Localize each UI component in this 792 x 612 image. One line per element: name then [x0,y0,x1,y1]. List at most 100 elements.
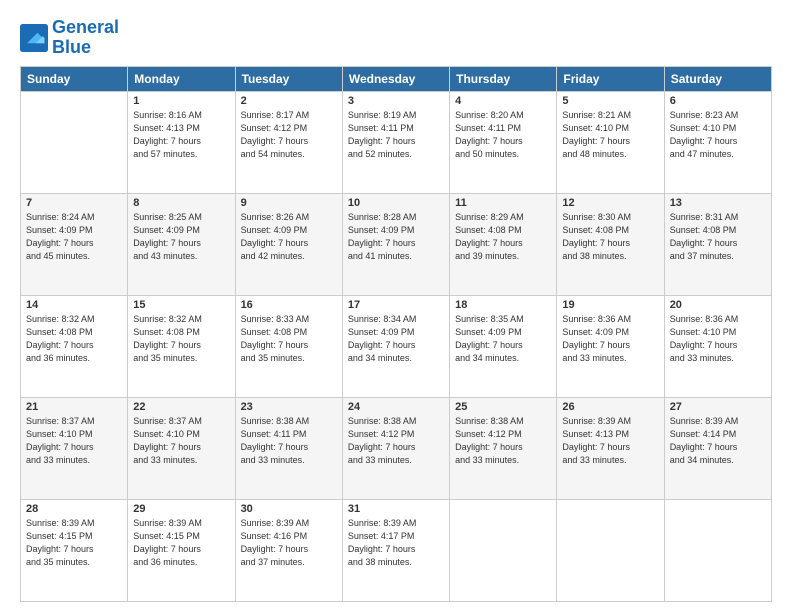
day-header-tuesday: Tuesday [235,66,342,91]
day-detail: Sunrise: 8:25 AM Sunset: 4:09 PM Dayligh… [133,211,229,263]
day-number: 17 [348,299,444,311]
calendar-header: SundayMondayTuesdayWednesdayThursdayFrid… [21,66,772,91]
calendar-cell: 11 Sunrise: 8:29 AM Sunset: 4:08 PM Dayli… [450,193,557,295]
calendar-cell: 31 Sunrise: 8:39 AM Sunset: 4:17 PM Dayli… [342,499,449,601]
calendar-cell: 19Sunrise: 8:36 AM Sunset: 4:09 PM Dayli… [557,295,664,397]
day-number: 31 [348,503,444,515]
calendar-body: 1Sunrise: 8:16 AM Sunset: 4:13 PM Daylig… [21,91,772,601]
day-detail: Sunrise: 8:39 AM Sunset: 4:14 PM Dayligh… [670,415,766,467]
day-number: 4 [455,95,551,107]
day-detail: Sunrise: 8:32 AM Sunset: 4:08 PM Dayligh… [133,313,229,365]
header-row: SundayMondayTuesdayWednesdayThursdayFrid… [21,66,772,91]
calendar-cell: 6Sunrise: 8:23 AM Sunset: 4:10 PM Daylig… [664,91,771,193]
day-detail: Sunrise: 8:33 AM Sunset: 4:08 PM Dayligh… [241,313,337,365]
calendar-cell: 30 Sunrise: 8:39 AM Sunset: 4:16 PM Dayli… [235,499,342,601]
calendar-cell: 8 Sunrise: 8:25 AM Sunset: 4:09 PM Daylig… [128,193,235,295]
day-detail: Sunrise: 8:21 AM Sunset: 4:10 PM Dayligh… [562,109,658,161]
day-number: 27 [670,401,766,413]
day-number: 12 [562,197,658,209]
logo-text: GeneralBlue [52,18,119,58]
day-number: 11 [455,197,551,209]
week-row-5: 28 Sunrise: 8:39 AM Sunset: 4:15 PM Dayli… [21,499,772,601]
calendar-cell: 14 Sunrise: 8:32 AM Sunset: 4:08 PM Dayli… [21,295,128,397]
calendar-cell: 4 Sunrise: 8:20 AM Sunset: 4:11 PM Daylig… [450,91,557,193]
week-row-4: 21 Sunrise: 8:37 AM Sunset: 4:10 PM Dayli… [21,397,772,499]
calendar-cell: 27 Sunrise: 8:39 AM Sunset: 4:14 PM Dayli… [664,397,771,499]
day-number: 10 [348,197,444,209]
day-detail: Sunrise: 8:38 AM Sunset: 4:11 PM Dayligh… [241,415,337,467]
day-detail: Sunrise: 8:37 AM Sunset: 4:10 PM Dayligh… [26,415,122,467]
day-header-thursday: Thursday [450,66,557,91]
day-detail: Sunrise: 8:39 AM Sunset: 4:17 PM Dayligh… [348,517,444,569]
calendar-cell: 21 Sunrise: 8:37 AM Sunset: 4:10 PM Dayli… [21,397,128,499]
day-number: 29 [133,503,229,515]
calendar-cell: 5Sunrise: 8:21 AM Sunset: 4:10 PM Daylig… [557,91,664,193]
day-header-wednesday: Wednesday [342,66,449,91]
day-detail: Sunrise: 8:28 AM Sunset: 4:09 PM Dayligh… [348,211,444,263]
day-number: 26 [562,401,658,413]
day-number: 14 [26,299,122,311]
day-number: 23 [241,401,337,413]
day-detail: Sunrise: 8:34 AM Sunset: 4:09 PM Dayligh… [348,313,444,365]
day-detail: Sunrise: 8:35 AM Sunset: 4:09 PM Dayligh… [455,313,551,365]
day-number: 25 [455,401,551,413]
day-number: 9 [241,197,337,209]
day-detail: Sunrise: 8:32 AM Sunset: 4:08 PM Dayligh… [26,313,122,365]
calendar-cell: 9 Sunrise: 8:26 AM Sunset: 4:09 PM Daylig… [235,193,342,295]
week-row-1: 1Sunrise: 8:16 AM Sunset: 4:13 PM Daylig… [21,91,772,193]
calendar-cell: 16 Sunrise: 8:33 AM Sunset: 4:08 PM Dayli… [235,295,342,397]
day-detail: Sunrise: 8:20 AM Sunset: 4:11 PM Dayligh… [455,109,551,161]
logo-icon [20,24,48,52]
day-detail: Sunrise: 8:39 AM Sunset: 4:15 PM Dayligh… [133,517,229,569]
day-detail: Sunrise: 8:39 AM Sunset: 4:16 PM Dayligh… [241,517,337,569]
day-detail: Sunrise: 8:39 AM Sunset: 4:13 PM Dayligh… [562,415,658,467]
calendar-cell: 13 Sunrise: 8:31 AM Sunset: 4:08 PM Dayli… [664,193,771,295]
calendar-cell: 15 Sunrise: 8:32 AM Sunset: 4:08 PM Dayli… [128,295,235,397]
calendar-cell: 3 Sunrise: 8:19 AM Sunset: 4:11 PM Daylig… [342,91,449,193]
day-number: 21 [26,401,122,413]
day-number: 1 [133,95,229,107]
day-detail: Sunrise: 8:26 AM Sunset: 4:09 PM Dayligh… [241,211,337,263]
calendar-cell [21,91,128,193]
day-detail: Sunrise: 8:36 AM Sunset: 4:09 PM Dayligh… [562,313,658,365]
day-detail: Sunrise: 8:30 AM Sunset: 4:08 PM Dayligh… [562,211,658,263]
calendar-cell: 24 Sunrise: 8:38 AM Sunset: 4:12 PM Dayli… [342,397,449,499]
calendar-cell: 22Sunrise: 8:37 AM Sunset: 4:10 PM Dayli… [128,397,235,499]
day-detail: Sunrise: 8:23 AM Sunset: 4:10 PM Dayligh… [670,109,766,161]
page: GeneralBlue SundayMondayTuesdayWednesday… [0,0,792,612]
day-number: 13 [670,197,766,209]
calendar-cell [450,499,557,601]
calendar-cell: 17 Sunrise: 8:34 AM Sunset: 4:09 PM Dayli… [342,295,449,397]
calendar-cell: 1Sunrise: 8:16 AM Sunset: 4:13 PM Daylig… [128,91,235,193]
day-number: 20 [670,299,766,311]
day-detail: Sunrise: 8:17 AM Sunset: 4:12 PM Dayligh… [241,109,337,161]
calendar-cell: 2 Sunrise: 8:17 AM Sunset: 4:12 PM Daylig… [235,91,342,193]
day-number: 7 [26,197,122,209]
day-header-saturday: Saturday [664,66,771,91]
day-number: 8 [133,197,229,209]
day-number: 30 [241,503,337,515]
day-detail: Sunrise: 8:24 AM Sunset: 4:09 PM Dayligh… [26,211,122,263]
day-number: 15 [133,299,229,311]
day-detail: Sunrise: 8:31 AM Sunset: 4:08 PM Dayligh… [670,211,766,263]
day-detail: Sunrise: 8:39 AM Sunset: 4:15 PM Dayligh… [26,517,122,569]
day-detail: Sunrise: 8:19 AM Sunset: 4:11 PM Dayligh… [348,109,444,161]
day-header-friday: Friday [557,66,664,91]
logo: GeneralBlue [20,18,119,58]
calendar-cell: 10 Sunrise: 8:28 AM Sunset: 4:09 PM Dayli… [342,193,449,295]
day-detail: Sunrise: 8:38 AM Sunset: 4:12 PM Dayligh… [348,415,444,467]
calendar-cell [664,499,771,601]
day-number: 24 [348,401,444,413]
day-number: 28 [26,503,122,515]
calendar-cell: 20Sunrise: 8:36 AM Sunset: 4:10 PM Dayli… [664,295,771,397]
day-detail: Sunrise: 8:29 AM Sunset: 4:08 PM Dayligh… [455,211,551,263]
calendar-cell: 12 Sunrise: 8:30 AM Sunset: 4:08 PM Dayli… [557,193,664,295]
week-row-3: 14 Sunrise: 8:32 AM Sunset: 4:08 PM Dayli… [21,295,772,397]
day-number: 3 [348,95,444,107]
day-number: 2 [241,95,337,107]
day-number: 16 [241,299,337,311]
header: GeneralBlue [20,18,772,58]
calendar-table: SundayMondayTuesdayWednesdayThursdayFrid… [20,66,772,602]
calendar-cell: 29 Sunrise: 8:39 AM Sunset: 4:15 PM Dayli… [128,499,235,601]
day-header-monday: Monday [128,66,235,91]
